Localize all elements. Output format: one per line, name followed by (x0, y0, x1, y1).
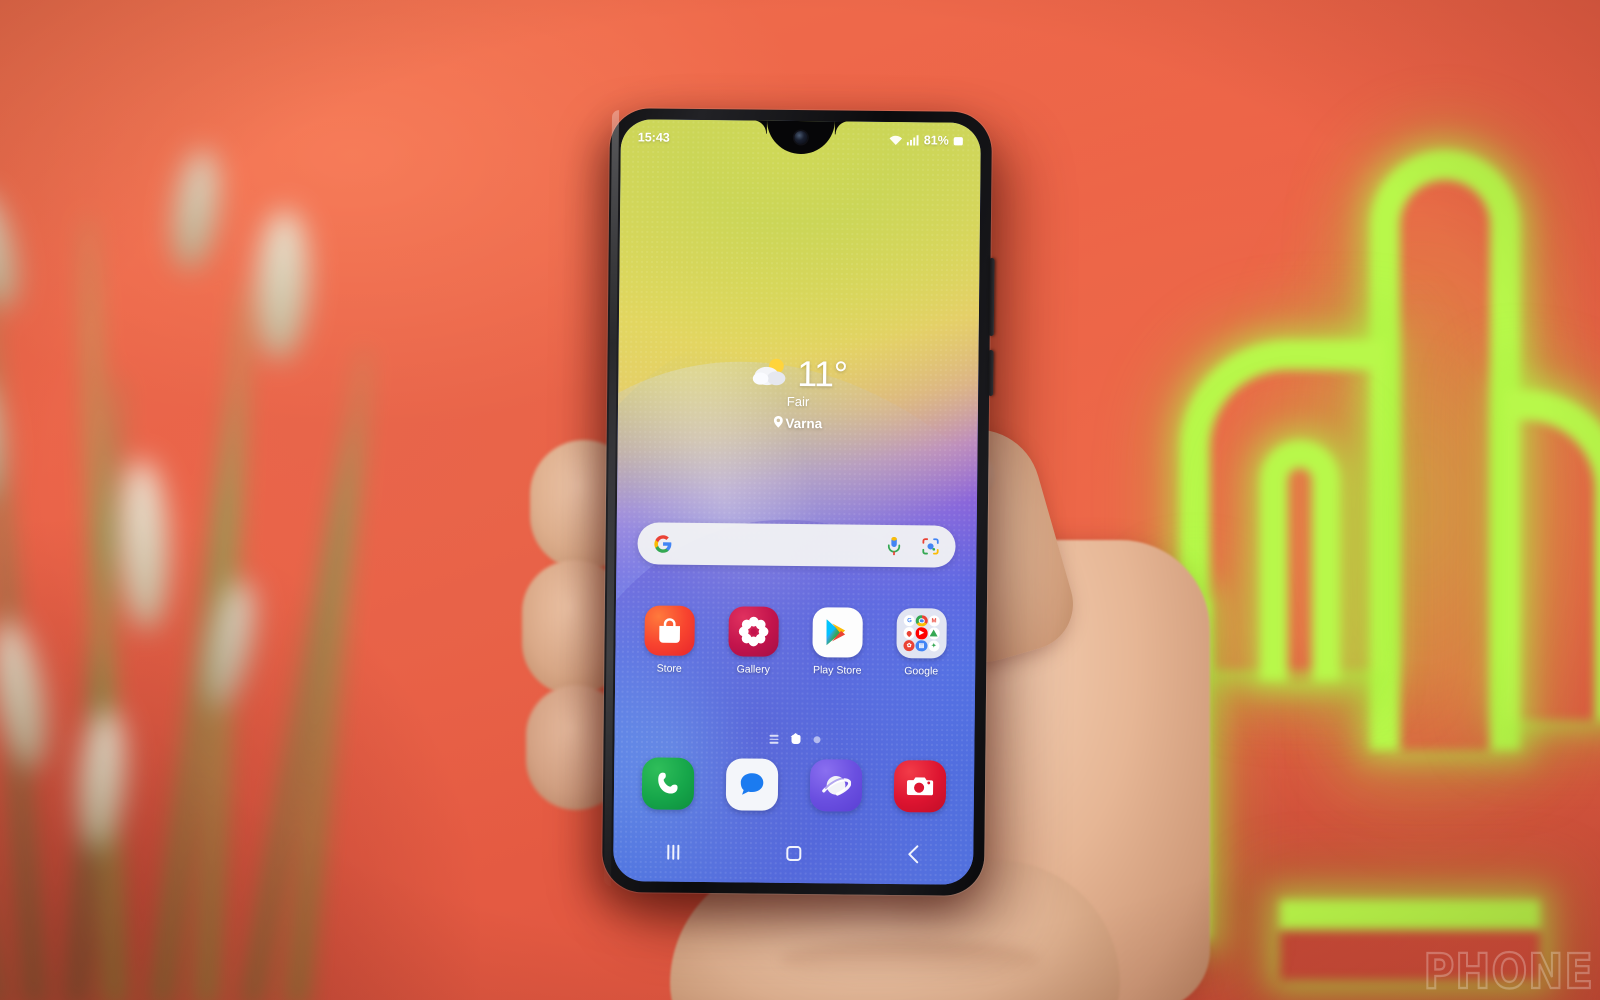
neon-cactus-sign (1160, 140, 1600, 970)
mini-icon-maps (903, 627, 916, 639)
gallery-icon (728, 606, 779, 657)
wifi-icon (889, 134, 903, 146)
phone-icon[interactable] (641, 757, 695, 810)
volume-button[interactable] (988, 258, 995, 337)
navigation-bar (613, 830, 973, 876)
app-play-store[interactable]: Play Store (801, 607, 874, 677)
back-icon[interactable] (886, 839, 940, 870)
weather-widget[interactable]: 11° Fair Varna (618, 351, 979, 433)
mini-icon-gmail: M (928, 615, 940, 627)
app-list-icon[interactable] (768, 734, 779, 744)
partly-cloudy-icon (749, 355, 789, 392)
microphone-icon[interactable] (883, 536, 903, 556)
google-lens-icon[interactable] (920, 536, 940, 556)
app-label: Play Store (812, 664, 862, 677)
cactus-left-inner-hook (1260, 440, 1340, 680)
google-search-bar[interactable] (637, 522, 956, 568)
phonearena-watermark: PHONE (1423, 942, 1594, 1000)
battery-percent-label: 81% (923, 133, 949, 148)
play-store-icon (812, 607, 863, 658)
app-label: Store (656, 662, 682, 675)
mini-icon-docs: ▤ (915, 639, 928, 652)
location-pin-icon (773, 415, 783, 431)
blurred-plant (0, 147, 380, 1000)
messages-icon[interactable] (725, 758, 779, 811)
app-store[interactable]: Store (633, 605, 706, 675)
camera-icon[interactable] (893, 760, 947, 813)
mini-icon-keep: ✦ (928, 640, 940, 652)
weather-condition: Fair (786, 393, 810, 410)
power-button[interactable] (988, 349, 994, 397)
smartphone-device[interactable]: 15:43 81% 11° Fair Varna Store Gallery P… (601, 108, 995, 896)
signal-icon (906, 134, 920, 146)
cactus-trunk (1370, 150, 1520, 750)
folder-mini-grid: G M ▶ ✿ ▤ ✦ (896, 608, 947, 659)
internet-icon[interactable] (809, 759, 863, 812)
google-g-icon (652, 533, 672, 553)
home-page-icon[interactable] (790, 734, 801, 745)
page-dot[interactable] (812, 736, 821, 744)
recents-icon[interactable] (646, 836, 700, 867)
photo-scene: 15:43 81% 11° Fair Varna Store Gallery P… (0, 0, 1600, 1000)
app-google-folder[interactable]: G M ▶ ✿ ▤ ✦ Google (885, 608, 958, 678)
google-folder-icon: G M ▶ ✿ ▤ ✦ (896, 608, 947, 659)
palm-crease (780, 940, 1040, 980)
mini-icon-google: G (903, 615, 916, 627)
mini-icon-chrome (916, 615, 928, 627)
weather-temperature: 11° (796, 352, 848, 395)
status-bar-indicators: 81% (889, 133, 964, 148)
app-grid: Store Gallery Play Store G M ▶ ✿ ▤ ✦ Goo… (627, 605, 964, 678)
phone-screen[interactable]: 15:43 81% 11° Fair Varna Store Gallery P… (613, 119, 981, 885)
mini-icon-photos: ✿ (903, 639, 915, 652)
app-label: Google (904, 665, 939, 678)
cactus-right-arm (1505, 390, 1600, 720)
status-bar: 15:43 81% (621, 119, 981, 159)
dock (626, 757, 963, 813)
app-label: Gallery (736, 663, 770, 676)
mini-icon-youtube: ▶ (915, 627, 928, 640)
weather-location-label: Varna (785, 415, 823, 432)
galaxy-store-icon (644, 605, 695, 656)
mini-icon-drive (928, 627, 940, 640)
battery-icon (953, 135, 964, 146)
search-input[interactable] (673, 544, 884, 546)
home-icon[interactable] (766, 838, 820, 869)
app-gallery[interactable]: Gallery (717, 606, 790, 676)
status-bar-clock: 15:43 (637, 130, 670, 145)
